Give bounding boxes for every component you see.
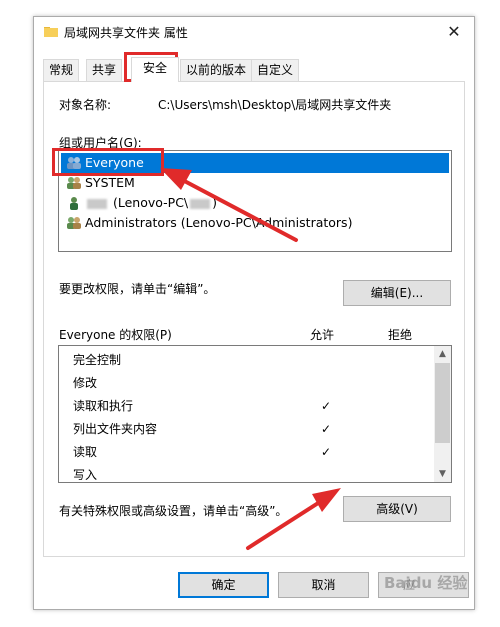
permission-row: 读取和执行 ✓ (61, 396, 449, 418)
allow-check: ✓ (320, 445, 332, 459)
permission-name: 读取 (73, 445, 98, 459)
tab-general[interactable]: 常规 (43, 59, 80, 81)
allow-header: 允许 (310, 328, 335, 342)
user-icon (70, 197, 78, 210)
redacted-username (190, 198, 211, 209)
allow-check: ✓ (320, 399, 332, 413)
ok-button[interactable]: 确定 (178, 572, 269, 598)
tab-bar: 常规 共享 安全 以前的版本 自定义 (43, 57, 463, 82)
permission-name: 读取和执行 (73, 399, 134, 413)
advanced-button[interactable]: 高级(V) (343, 496, 451, 522)
edit-button[interactable]: 编辑(E)... (343, 280, 451, 306)
scroll-down-arrow-icon[interactable]: ▼ (434, 466, 451, 482)
redacted-username (87, 198, 107, 209)
group-item-label: SYSTEM (85, 175, 135, 190)
watermark: Baidu 经验 (384, 574, 468, 592)
group-item-label-wrap: (Lenovo-PC\) (85, 193, 217, 213)
tab-sharing[interactable]: 共享 (86, 59, 123, 81)
group-item-label: Administrators (Lenovo-PC\Administrators… (85, 215, 353, 230)
advanced-hint: 有关特殊权限或高级设置，请单击“高级”。 (59, 504, 288, 518)
tab-customize[interactable]: 自定义 (251, 59, 300, 81)
group-item-lenovo-user[interactable]: (Lenovo-PC\) (61, 193, 449, 213)
group-item-system[interactable]: SYSTEM (61, 173, 449, 193)
group-users-icon (67, 177, 81, 189)
object-name-value: C:\Users\msh\Desktop\局域网共享文件夹 (158, 98, 392, 112)
allow-check: ✓ (320, 422, 332, 436)
permission-name: 写入 (73, 468, 98, 482)
permissions-listbox[interactable]: 完全控制 修改 读取和执行 ✓ 列出文件夹内容 ✓ 读取 ✓ 写入 ▲ ▼ (58, 345, 452, 483)
permission-name: 修改 (73, 376, 98, 390)
folder-icon (44, 27, 58, 37)
group-item-administrators[interactable]: Administrators (Lenovo-PC\Administrators… (61, 213, 449, 233)
change-hint: 要更改权限，请单击“编辑”。 (59, 282, 216, 296)
window-title: 局域网共享文件夹 属性 (64, 26, 188, 40)
permission-row: 写入 (61, 465, 449, 482)
permission-row: 修改 (61, 373, 449, 395)
properties-window: 局域网共享文件夹 属性 ✕ 常规 共享 安全 以前的版本 自定义 对象名称: C… (33, 16, 475, 610)
permission-row: 完全控制 (61, 350, 449, 372)
tab-previous-versions[interactable]: 以前的版本 (180, 59, 253, 81)
cancel-button[interactable]: 取消 (278, 572, 369, 598)
permission-row: 列出文件夹内容 ✓ (61, 419, 449, 441)
permission-name: 完全控制 (73, 353, 122, 367)
closing-paren: ) (212, 195, 218, 210)
deny-header: 拒绝 (388, 328, 413, 342)
scroll-up-arrow-icon[interactable]: ▲ (434, 346, 451, 362)
group-users-icon (67, 217, 81, 229)
highlight-everyone (52, 148, 164, 176)
permission-row: 读取 ✓ (61, 442, 449, 464)
group-item-label: (Lenovo-PC\ (112, 195, 189, 210)
tab-security[interactable]: 安全 (131, 57, 179, 82)
permissions-scrollbar[interactable]: ▲ ▼ (434, 346, 451, 482)
close-button[interactable]: ✕ (434, 17, 474, 47)
permissions-header: Everyone 的权限(P) (59, 328, 172, 342)
permission-name: 列出文件夹内容 (73, 422, 158, 436)
scroll-thumb[interactable] (435, 363, 450, 443)
object-name-label: 对象名称: (59, 98, 112, 112)
title-bar: 局域网共享文件夹 属性 ✕ (34, 17, 474, 47)
